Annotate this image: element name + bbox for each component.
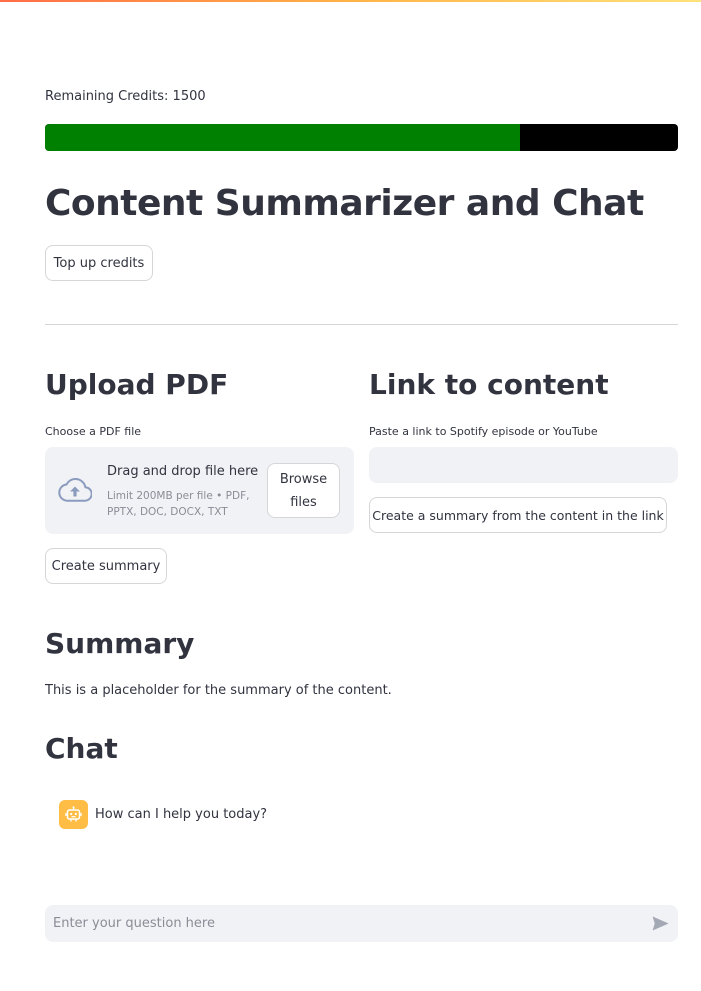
upload-pdf-heading: Upload PDF: [45, 368, 229, 401]
chat-question-input[interactable]: [45, 905, 635, 942]
create-link-summary-button[interactable]: Create a summary from the content in the…: [369, 497, 667, 533]
chat-message: How can I help you today?: [59, 800, 267, 829]
page-title: Content Summarizer and Chat: [45, 183, 644, 224]
drop-title: Drag and drop file here: [107, 464, 259, 479]
cloud-upload-icon: [58, 477, 92, 502]
send-icon[interactable]: [651, 914, 670, 933]
top-up-credits-button[interactable]: Top up credits: [45, 245, 153, 281]
paste-link-label: Paste a link to Spotify episode or YouTu…: [369, 425, 598, 438]
remaining-credits-label: Remaining Credits: 1500: [45, 89, 206, 104]
summary-text: This is a placeholder for the summary of…: [45, 683, 392, 698]
top-decoration-bar: [0, 0, 701, 2]
credits-progress-fill: [45, 124, 520, 151]
chat-message-text: How can I help you today?: [95, 807, 268, 822]
summary-heading: Summary: [45, 627, 195, 660]
credits-progress-bar: [45, 124, 678, 151]
chat-heading: Chat: [45, 732, 118, 765]
file-limit-text: Limit 200MB per file • PDF, PPTX, DOC, D…: [107, 490, 250, 518]
content-link-input[interactable]: [369, 447, 678, 483]
create-summary-button[interactable]: Create summary: [45, 548, 167, 584]
choose-file-label: Choose a PDF file: [45, 425, 142, 438]
link-to-content-heading: Link to content: [369, 368, 609, 401]
browse-files-button[interactable]: Browse files: [267, 463, 340, 518]
chat-input-container: [45, 905, 678, 942]
divider: [45, 324, 678, 325]
file-dropzone[interactable]: Drag and drop file here Limit 200MB per …: [45, 447, 354, 534]
robot-icon: [59, 800, 88, 829]
